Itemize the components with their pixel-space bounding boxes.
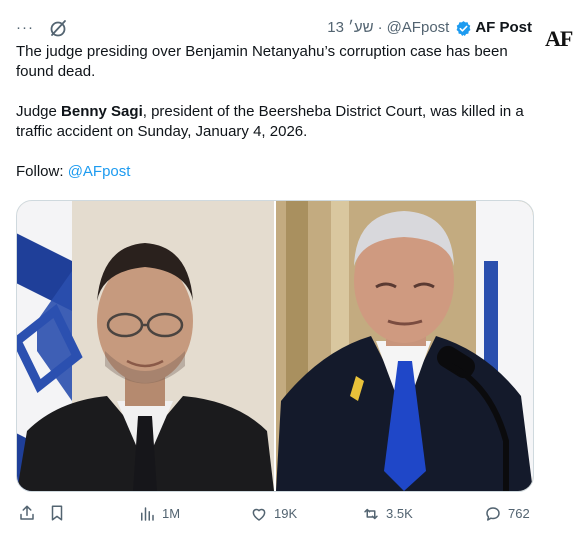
author-handle[interactable]: @AFpost (387, 18, 450, 38)
follow-link[interactable]: @AFpost (68, 163, 131, 180)
views-icon (141, 507, 154, 521)
photo-judge[interactable] (17, 201, 274, 491)
post-paragraph-2: Judge Benny Sagi, president of the Beers… (16, 102, 536, 142)
header-author-block: 13 שע׳ · @AFpost AF Post (327, 18, 532, 38)
more-icon[interactable]: ··· (16, 18, 34, 38)
post-body: The judge presiding over Benjamin Netany… (16, 42, 536, 182)
bookmark-button[interactable] (48, 504, 66, 522)
verified-icon (456, 20, 471, 36)
reply-icon (486, 507, 500, 521)
grok-icon[interactable] (48, 18, 68, 38)
likes-count: 19K (274, 506, 298, 521)
repost-button[interactable]: 3.5K (362, 504, 413, 524)
post-header: ··· 13 שע׳ · @AFpost AF Post (16, 18, 532, 40)
photo-netanyahu-image (276, 201, 533, 491)
share-icon (20, 505, 34, 520)
like-icon (252, 508, 266, 521)
brand-watermark: AF (545, 26, 573, 51)
judge-name: Benny Sagi (61, 103, 143, 120)
post-paragraph-1: The judge presiding over Benjamin Netany… (16, 43, 508, 80)
post-date[interactable]: 13 שע׳ (327, 18, 373, 38)
post-actions: 1M 19K 3.5K 762 (16, 504, 532, 526)
repost-icon (364, 508, 378, 520)
views-button[interactable]: 1M (138, 504, 180, 524)
follow-label: Follow: (16, 163, 68, 180)
like-button[interactable]: 19K (250, 504, 297, 524)
follow-line: Follow: @AFpost (16, 162, 536, 182)
photo-judge-image (17, 201, 274, 491)
header-left-actions: ··· (16, 18, 68, 38)
separator-dot: · (377, 19, 383, 36)
reply-button[interactable]: 762 (484, 504, 530, 524)
author-name[interactable]: AF Post (475, 18, 532, 38)
bookmark-icon (51, 505, 63, 521)
share-button[interactable] (18, 504, 36, 522)
photo-netanyahu[interactable] (276, 201, 533, 491)
views-count: 1M (162, 506, 181, 521)
reposts-count: 3.5K (386, 506, 413, 521)
replies-count: 762 (508, 506, 530, 521)
paragraph-2-start: Judge (16, 103, 62, 120)
media-grid (16, 200, 534, 492)
